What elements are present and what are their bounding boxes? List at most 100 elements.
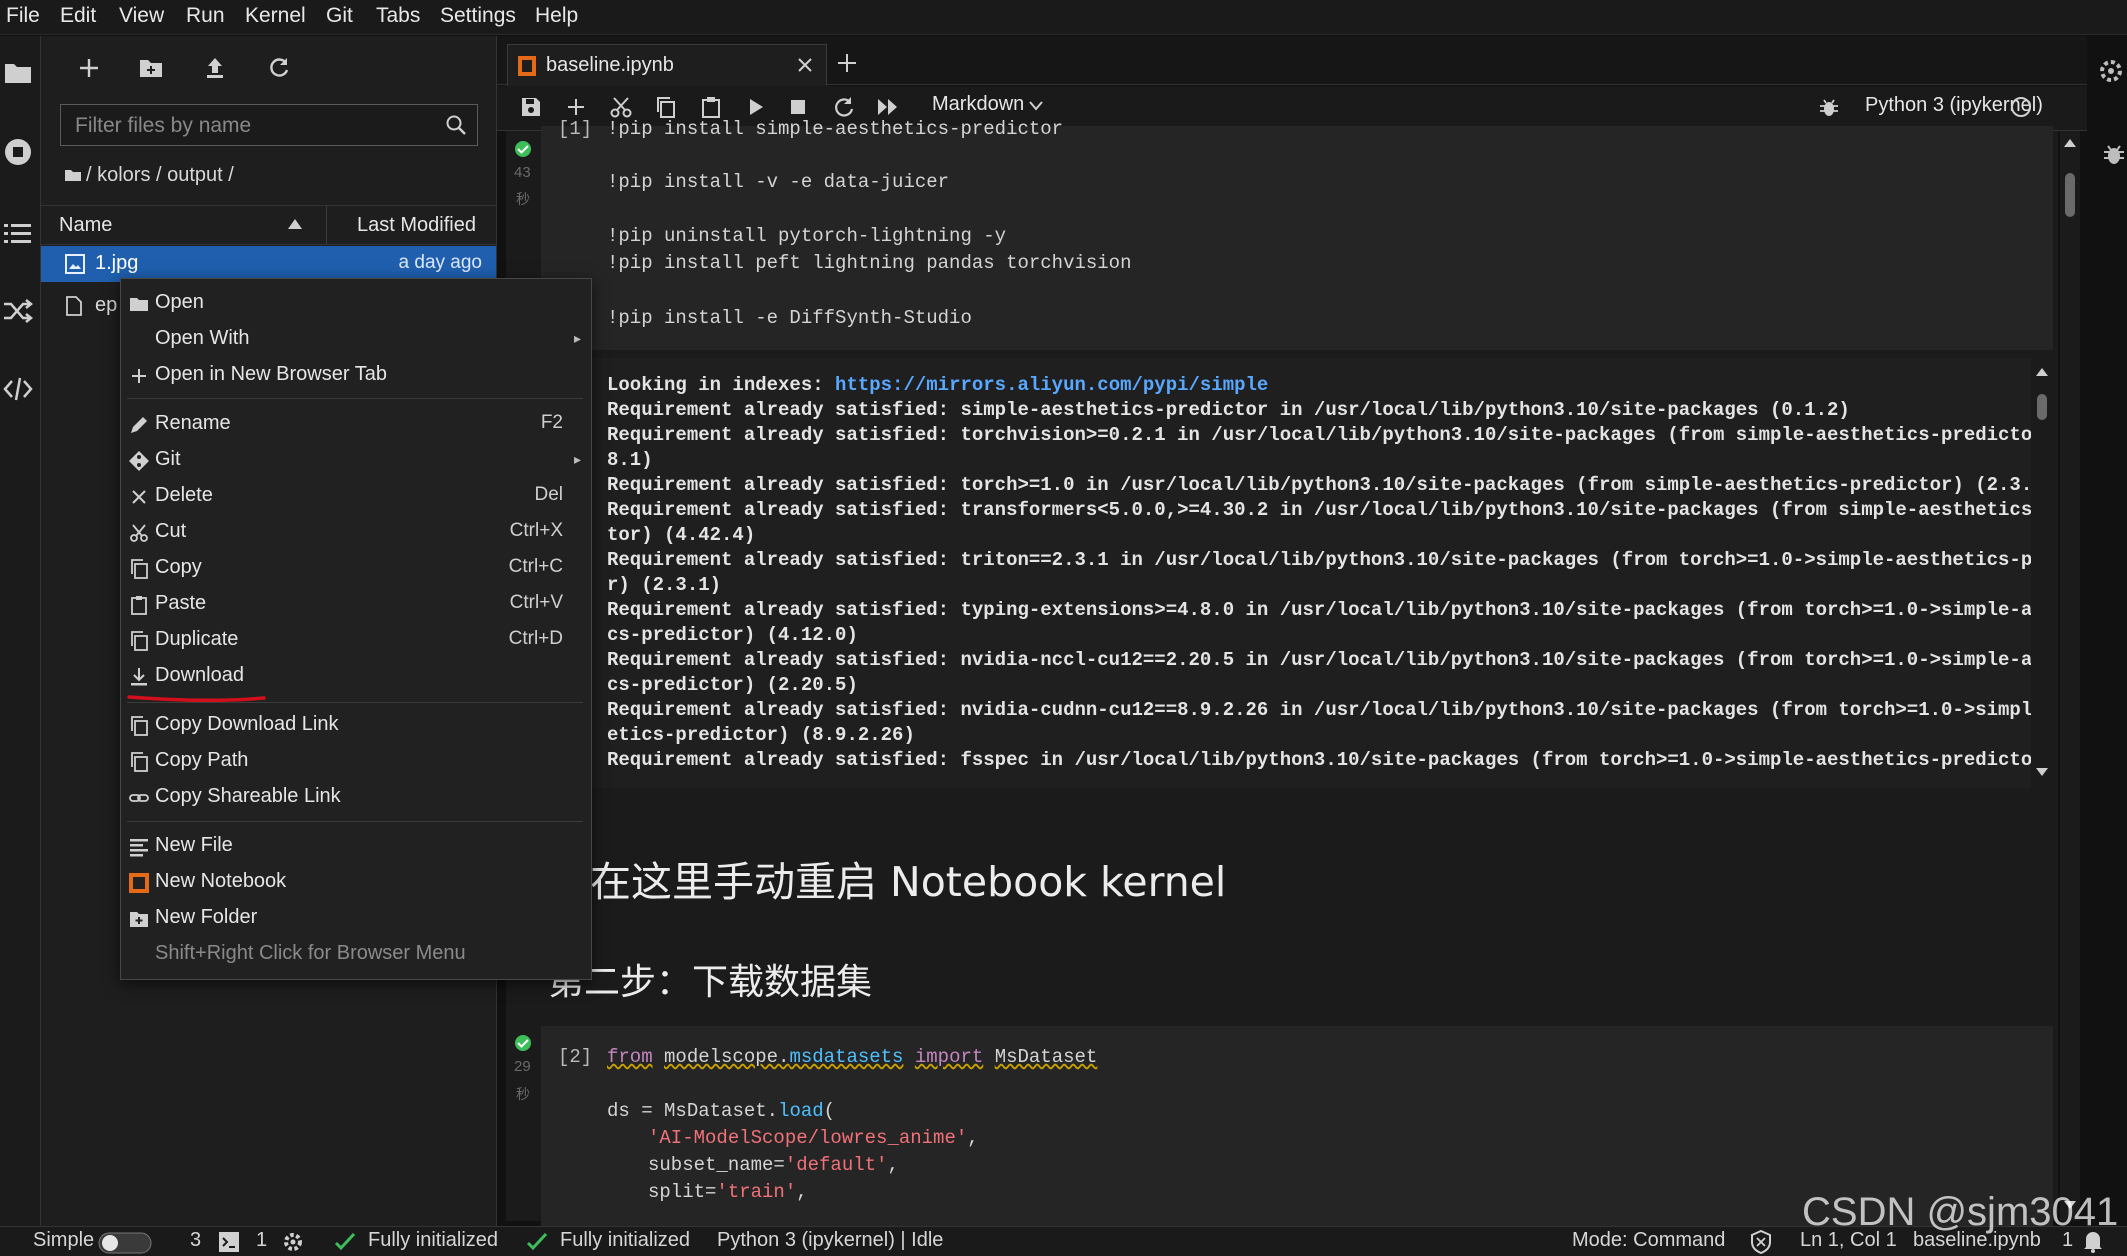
menu-run[interactable]: Run <box>186 4 225 28</box>
menu-item-duplicate[interactable]: Duplicate Ctrl+D <box>121 623 591 657</box>
menu-edit[interactable]: Edit <box>60 4 96 28</box>
menu-label: Copy Download Link <box>155 713 339 735</box>
terminal-count[interactable]: 3 <box>190 1229 201 1252</box>
menu-tabs[interactable]: Tabs <box>376 4 420 28</box>
menu-settings[interactable]: Settings <box>440 4 516 28</box>
sort-ascending-icon[interactable] <box>288 219 302 229</box>
file-row-selected[interactable]: 1.jpg a day ago <box>41 246 496 282</box>
menu-shortcut: F2 <box>540 412 563 433</box>
shuffle-icon[interactable] <box>3 298 33 324</box>
output-line: etics-predictor) (8.9.2.26) <box>607 724 915 746</box>
insert-cell-icon[interactable] <box>566 97 586 117</box>
menu-view[interactable]: View <box>119 4 164 28</box>
menu-item-git[interactable]: Git ▸ <box>121 443 591 477</box>
file-icon <box>65 296 83 316</box>
run-cell-icon[interactable] <box>747 98 765 116</box>
code-icon[interactable] <box>3 376 33 402</box>
menu-kernel[interactable]: Kernel <box>245 4 306 28</box>
menu-label: Open in New Browser Tab <box>155 363 387 385</box>
new-folder-icon[interactable] <box>138 55 166 83</box>
output-line: cs-predictor) (2.20.5) <box>607 674 858 696</box>
comma: , <box>967 1127 979 1149</box>
markdown-heading-restart[interactable]: 在这里手动重启 Notebook kernel <box>590 848 1226 908</box>
menu-item-rename[interactable]: Rename F2 <box>121 407 591 441</box>
output-line: Requirement already satisfied: nvidia-cu… <box>607 699 2031 721</box>
string: 'AI-ModelScope/lowres_anime' <box>648 1127 968 1149</box>
paste-cell-icon[interactable] <box>700 96 722 118</box>
menu-item-download[interactable]: Download <box>121 659 591 693</box>
simple-mode-label: Simple <box>33 1229 95 1251</box>
menu-label: Cut <box>155 520 187 542</box>
save-icon[interactable] <box>521 97 541 117</box>
notebook-scrollbar[interactable] <box>2060 131 2080 1221</box>
menu-file[interactable]: File <box>6 4 40 28</box>
menu-item-new-notebook[interactable]: New Notebook <box>121 865 591 899</box>
comma: , <box>796 1181 808 1203</box>
menu-item-open[interactable]: Open <box>121 286 591 320</box>
menu-git[interactable]: Git <box>326 4 353 28</box>
cell-type-select[interactable]: Markdown <box>932 93 1024 116</box>
restart-kernel-icon[interactable] <box>833 96 855 118</box>
bug-icon[interactable] <box>1819 97 1839 117</box>
file-name[interactable]: 1.jpg <box>95 252 138 275</box>
code-line: !pip install -v -e data-juicer <box>607 171 950 193</box>
interrupt-kernel-icon[interactable] <box>790 99 806 115</box>
running-sessions-icon[interactable] <box>4 138 32 166</box>
menu-item-new-folder[interactable]: New Folder <box>121 901 591 935</box>
download-icon <box>129 667 149 687</box>
duplicate-icon <box>129 631 149 651</box>
output-line: Requirement already satisfied: typing-ex… <box>607 599 2031 621</box>
filter-files-input[interactable] <box>73 112 437 140</box>
settings-gear-icon[interactable] <box>2098 58 2124 84</box>
new-tab-icon[interactable] <box>834 50 860 76</box>
menu-help[interactable]: Help <box>535 4 578 28</box>
upload-icon[interactable] <box>202 55 230 83</box>
refresh-icon[interactable] <box>266 55 294 83</box>
terminal-icon[interactable] <box>218 1231 240 1253</box>
tab-baseline-notebook[interactable]: baseline.ipynb <box>507 44 827 87</box>
menu-item-open-new-tab[interactable]: Open in New Browser Tab <box>121 358 591 392</box>
init-status-2[interactable]: Fully initialized <box>560 1229 690 1252</box>
menu-item-copy-download-link[interactable]: Copy Download Link <box>121 708 591 742</box>
index-url-link[interactable]: https://mirrors.aliyun.com/pypi/simple <box>835 374 1268 396</box>
column-name[interactable]: Name <box>59 214 112 237</box>
copy-icon <box>129 559 149 579</box>
kernel-gear-icon[interactable] <box>282 1231 304 1253</box>
folder-icon <box>129 294 149 314</box>
file-name[interactable]: ep <box>95 294 117 317</box>
trusted-shield-icon[interactable] <box>1750 1230 1772 1254</box>
menu-item-copy[interactable]: Copy Ctrl+C <box>121 551 591 585</box>
simple-mode-toggle[interactable] <box>98 1232 152 1254</box>
menu-label: Copy Path <box>155 749 249 771</box>
file-list-header: Name Last Modified <box>41 205 496 245</box>
breadcrumb-path[interactable]: / kolors / output / <box>86 164 234 186</box>
menu-item-copy-path[interactable]: Copy Path <box>121 744 591 778</box>
menu-item-delete[interactable]: Delete Del <box>121 479 591 513</box>
search-icon[interactable] <box>445 114 467 136</box>
menu-separator <box>127 398 583 399</box>
output-scrollbar[interactable] <box>2031 358 2053 788</box>
folder-icon[interactable] <box>4 60 32 84</box>
chevron-down-icon[interactable] <box>1029 101 1043 111</box>
debugger-icon[interactable] <box>2102 142 2126 166</box>
menu-shortcut: Ctrl+V <box>509 592 563 613</box>
kernel-count[interactable]: 1 <box>256 1229 267 1252</box>
csdn-watermark: CSDN @sjm3041 <box>1802 1190 2119 1234</box>
menu-item-copy-shareable-link[interactable]: Copy Shareable Link <box>121 780 591 814</box>
markdown-heading-step2[interactable]: 第二步：下载数据集 <box>548 953 872 1005</box>
kernel-status[interactable]: Python 3 (ipykernel) | Idle <box>717 1229 943 1252</box>
menu-item-paste[interactable]: Paste Ctrl+V <box>121 587 591 621</box>
menu-item-open-with[interactable]: Open With ▸ <box>121 322 591 356</box>
menu-item-new-file[interactable]: New File <box>121 829 591 863</box>
init-status-1[interactable]: Fully initialized <box>368 1229 498 1252</box>
close-tab-icon[interactable] <box>796 56 814 74</box>
table-of-contents-icon[interactable] <box>4 222 32 246</box>
cut-cell-icon[interactable] <box>610 96 632 118</box>
column-divider <box>326 206 327 244</box>
copy-cell-icon[interactable] <box>655 96 677 118</box>
menu-item-cut[interactable]: Cut Ctrl+X <box>121 515 591 549</box>
home-folder-icon[interactable] <box>64 168 82 182</box>
new-launcher-icon[interactable] <box>76 55 104 83</box>
restart-run-all-icon[interactable] <box>877 98 899 116</box>
column-last-modified[interactable]: Last Modified <box>357 214 476 237</box>
